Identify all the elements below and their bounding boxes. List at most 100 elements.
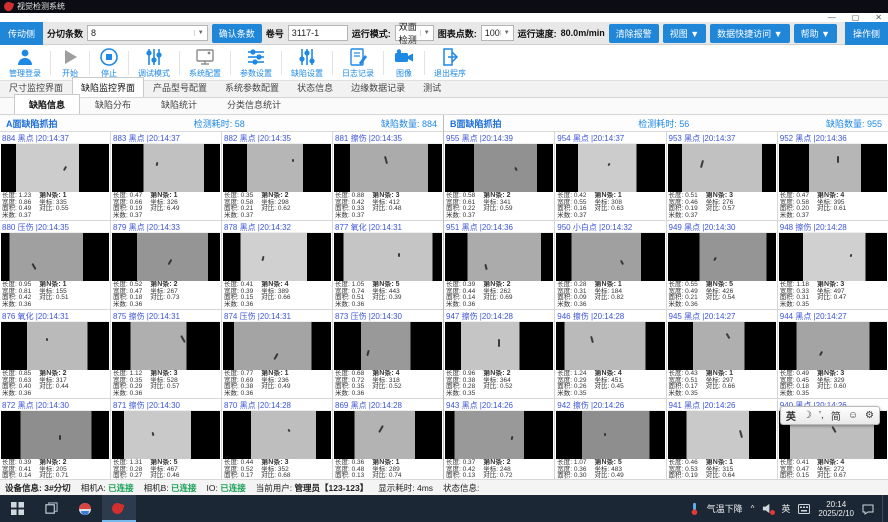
task-view-button[interactable] bbox=[34, 495, 68, 522]
defect-thumbnail[interactable] bbox=[445, 411, 553, 459]
start-button[interactable] bbox=[0, 495, 34, 522]
defect-cell-871[interactable]: 871 擦伤 |20:14:30长度: 1.31宽度: 0.28面积: 0.27… bbox=[111, 399, 221, 487]
ime-lang-button[interactable]: 英 bbox=[786, 408, 796, 423]
defect-cell-873[interactable]: 873 压伤 |20:14:30长度: 0.68宽度: 0.72面积: 0.35… bbox=[333, 310, 443, 398]
data-quick-access-button[interactable]: 数据快捷访问 ▼ bbox=[710, 24, 789, 43]
weather-text[interactable]: 气温下降 bbox=[707, 502, 743, 515]
toolbar-button-user[interactable]: 管理登录 bbox=[0, 46, 50, 80]
tray-expand-button[interactable]: ^ bbox=[751, 504, 755, 513]
subtab-缺陷统计[interactable]: 缺陷统计 bbox=[146, 94, 212, 114]
defect-cell-881[interactable]: 881 擦伤 |20:14:35长度: 0.88宽度: 0.42面积: 0.33… bbox=[333, 132, 443, 220]
defect-thumbnail[interactable] bbox=[668, 322, 776, 370]
defect-thumbnail[interactable] bbox=[556, 411, 664, 459]
taskbar-app-inspection[interactable] bbox=[102, 495, 136, 522]
confirm-count-button[interactable]: 确认条数 bbox=[212, 24, 262, 43]
toolbar-button-debug-sliders[interactable]: 调试模式 bbox=[129, 46, 179, 80]
defect-cell-945[interactable]: 945 黑点 |20:14:27长度: 0.43宽度: 0.51面积: 0.17… bbox=[667, 310, 777, 398]
ime-simplified-button[interactable]: 简 bbox=[831, 408, 841, 423]
defect-cell-953[interactable]: 953 黑点 |20:14:37长度: 0.51宽度: 0.46面积: 0.19… bbox=[667, 132, 777, 220]
tab-状态信息[interactable]: 状态信息 bbox=[288, 77, 342, 97]
ime-settings-gear-icon[interactable]: ⚙ bbox=[865, 410, 874, 421]
defect-thumbnail[interactable] bbox=[556, 322, 664, 370]
operator-side-button[interactable]: 操作侧 bbox=[845, 22, 888, 45]
defect-cell-955[interactable]: 955 黑点 |20:14:39长度: 0.58宽度: 0.61面积: 0.22… bbox=[444, 132, 554, 220]
subtab-缺陷分布[interactable]: 缺陷分布 bbox=[80, 94, 146, 114]
defect-thumbnail[interactable] bbox=[223, 411, 331, 459]
defect-thumbnail[interactable] bbox=[668, 411, 776, 459]
defect-thumbnail[interactable] bbox=[334, 233, 442, 281]
defect-thumbnail[interactable] bbox=[334, 144, 442, 192]
defect-cell-944[interactable]: 944 黑点 |20:14:27长度: 0.49宽度: 0.45面积: 0.18… bbox=[778, 310, 888, 398]
toolbar-button-camera[interactable]: 图像 bbox=[384, 46, 424, 80]
defect-thumbnail[interactable] bbox=[112, 144, 220, 192]
ime-emoji-button[interactable]: ☺ bbox=[848, 410, 858, 421]
defect-cell-884[interactable]: 884 黑点 |20:14:37长度: 1.23宽度: 0.86面积: 0.49… bbox=[0, 132, 110, 220]
ime-moon-icon[interactable]: ☽ bbox=[803, 410, 812, 421]
defect-thumbnail[interactable] bbox=[112, 233, 220, 281]
defect-thumbnail[interactable] bbox=[445, 233, 553, 281]
defect-thumbnail[interactable] bbox=[112, 322, 220, 370]
defect-cell-943[interactable]: 943 黑点 |20:14:26长度: 0.37宽度: 0.42面积: 0.13… bbox=[444, 399, 554, 487]
defect-cell-869[interactable]: 869 黑点 |20:14:28长度: 0.36宽度: 0.48面积: 0.13… bbox=[333, 399, 443, 487]
defect-thumbnail[interactable] bbox=[334, 411, 442, 459]
defect-cell-880[interactable]: 880 压伤 |20:14:35长度: 0.95宽度: 0.81面积: 0.42… bbox=[0, 221, 110, 309]
defect-cell-877[interactable]: 877 氧化 |20:14:31长度: 1.05宽度: 0.74面积: 0.51… bbox=[333, 221, 443, 309]
tab-测试[interactable]: 测试 bbox=[414, 77, 450, 97]
defect-cell-879[interactable]: 879 黑点 |20:14:33长度: 0.52宽度: 0.47面积: 0.18… bbox=[111, 221, 221, 309]
taskbar-app-browser[interactable] bbox=[68, 495, 102, 522]
drive-side-button[interactable]: 传动侧 bbox=[0, 22, 43, 45]
defect-cell-876[interactable]: 876 氧化 |20:14:31长度: 0.85宽度: 0.63面积: 0.40… bbox=[0, 310, 110, 398]
defect-thumbnail[interactable] bbox=[1, 322, 109, 370]
tab-边缘数据记录[interactable]: 边缘数据记录 bbox=[342, 77, 414, 97]
defect-thumbnail[interactable] bbox=[223, 233, 331, 281]
defect-thumbnail[interactable] bbox=[112, 411, 220, 459]
defect-thumbnail[interactable] bbox=[445, 322, 553, 370]
defect-cell-942[interactable]: 942 擦伤 |20:14:26长度: 1.07宽度: 0.36面积: 0.30… bbox=[555, 399, 665, 487]
toolbar-button-stop[interactable]: 停止 bbox=[90, 46, 128, 80]
toolbar-button-log[interactable]: 日志记录 bbox=[333, 46, 383, 80]
defect-thumbnail[interactable] bbox=[223, 322, 331, 370]
volume-icon[interactable] bbox=[762, 503, 773, 514]
defect-cell-954[interactable]: 954 黑点 |20:14:37长度: 0.42宽度: 0.55面积: 0.16… bbox=[555, 132, 665, 220]
defect-cell-952[interactable]: 952 黑点 |20:14:36长度: 0.47宽度: 0.58面积: 0.20… bbox=[778, 132, 888, 220]
run-mode-select[interactable]: 双面检测▼ bbox=[395, 25, 434, 41]
clear-alarm-button[interactable]: 清除报警 bbox=[609, 24, 659, 43]
subtab-分类信息统计[interactable]: 分类信息统计 bbox=[212, 94, 296, 114]
defect-cell-947[interactable]: 947 擦伤 |20:14:28长度: 0.96宽度: 0.38面积: 0.28… bbox=[444, 310, 554, 398]
defect-cell-870[interactable]: 870 黑点 |20:14:28长度: 0.44宽度: 0.52面积: 0.17… bbox=[222, 399, 332, 487]
chart-points-select[interactable]: 100▼ bbox=[481, 25, 514, 41]
defect-cell-946[interactable]: 946 擦伤 |20:14:28长度: 1.24宽度: 0.29面积: 0.26… bbox=[555, 310, 665, 398]
defect-thumbnail[interactable] bbox=[445, 144, 553, 192]
defect-thumbnail[interactable] bbox=[779, 233, 887, 281]
toolbar-button-monitor[interactable]: 系统配置 bbox=[180, 46, 230, 80]
toolbar-button-defect-sliders[interactable]: 缺陷设置 bbox=[282, 46, 332, 80]
close-button[interactable]: ✕ bbox=[875, 14, 882, 22]
defect-cell-875[interactable]: 875 擦伤 |20:14:31长度: 1.12宽度: 0.35面积: 0.29… bbox=[111, 310, 221, 398]
help-menu-button[interactable]: 帮助 ▼ bbox=[794, 24, 837, 43]
minimize-button[interactable]: — bbox=[828, 14, 836, 22]
taskbar-clock[interactable]: 20:14 2025/2/10 bbox=[818, 500, 854, 518]
defect-thumbnail[interactable] bbox=[223, 144, 331, 192]
defect-thumbnail[interactable] bbox=[1, 411, 109, 459]
defect-thumbnail[interactable] bbox=[334, 322, 442, 370]
roll-number-input[interactable]: 3117-1 bbox=[288, 25, 348, 41]
defect-thumbnail[interactable] bbox=[556, 233, 664, 281]
maximize-button[interactable]: ▢ bbox=[852, 14, 860, 22]
defect-cell-883[interactable]: 883 黑点 |20:14:37长度: 0.47宽度: 0.66面积: 0.19… bbox=[111, 132, 221, 220]
defect-thumbnail[interactable] bbox=[668, 233, 776, 281]
defect-thumbnail[interactable] bbox=[1, 144, 109, 192]
defect-thumbnail[interactable] bbox=[1, 233, 109, 281]
defect-cell-882[interactable]: 882 黑点 |20:14:35长度: 0.35宽度: 0.58面积: 0.21… bbox=[222, 132, 332, 220]
ime-punctuation-button[interactable]: ’, bbox=[819, 410, 824, 421]
defect-cell-878[interactable]: 878 黑点 |20:14:32长度: 0.41宽度: 0.39面积: 0.15… bbox=[222, 221, 332, 309]
toolbar-button-exit[interactable]: 退出程序 bbox=[425, 46, 475, 80]
defect-cell-950[interactable]: 950 小白点 |20:14:32长度: 0.28宽度: 0.31面积: 0.0… bbox=[555, 221, 665, 309]
defect-thumbnail[interactable] bbox=[668, 144, 776, 192]
view-menu-button[interactable]: 视图 ▼ bbox=[663, 24, 706, 43]
defect-thumbnail[interactable] bbox=[779, 144, 887, 192]
keyboard-icon[interactable] bbox=[798, 504, 810, 514]
toolbar-button-play[interactable]: 开始 bbox=[51, 46, 89, 80]
defect-cell-948[interactable]: 948 擦伤 |20:14:28长度: 1.18宽度: 0.33面积: 0.31… bbox=[778, 221, 888, 309]
defect-cell-872[interactable]: 872 黑点 |20:14:30长度: 0.39宽度: 0.41面积: 0.14… bbox=[0, 399, 110, 487]
notification-center-icon[interactable] bbox=[862, 503, 874, 515]
